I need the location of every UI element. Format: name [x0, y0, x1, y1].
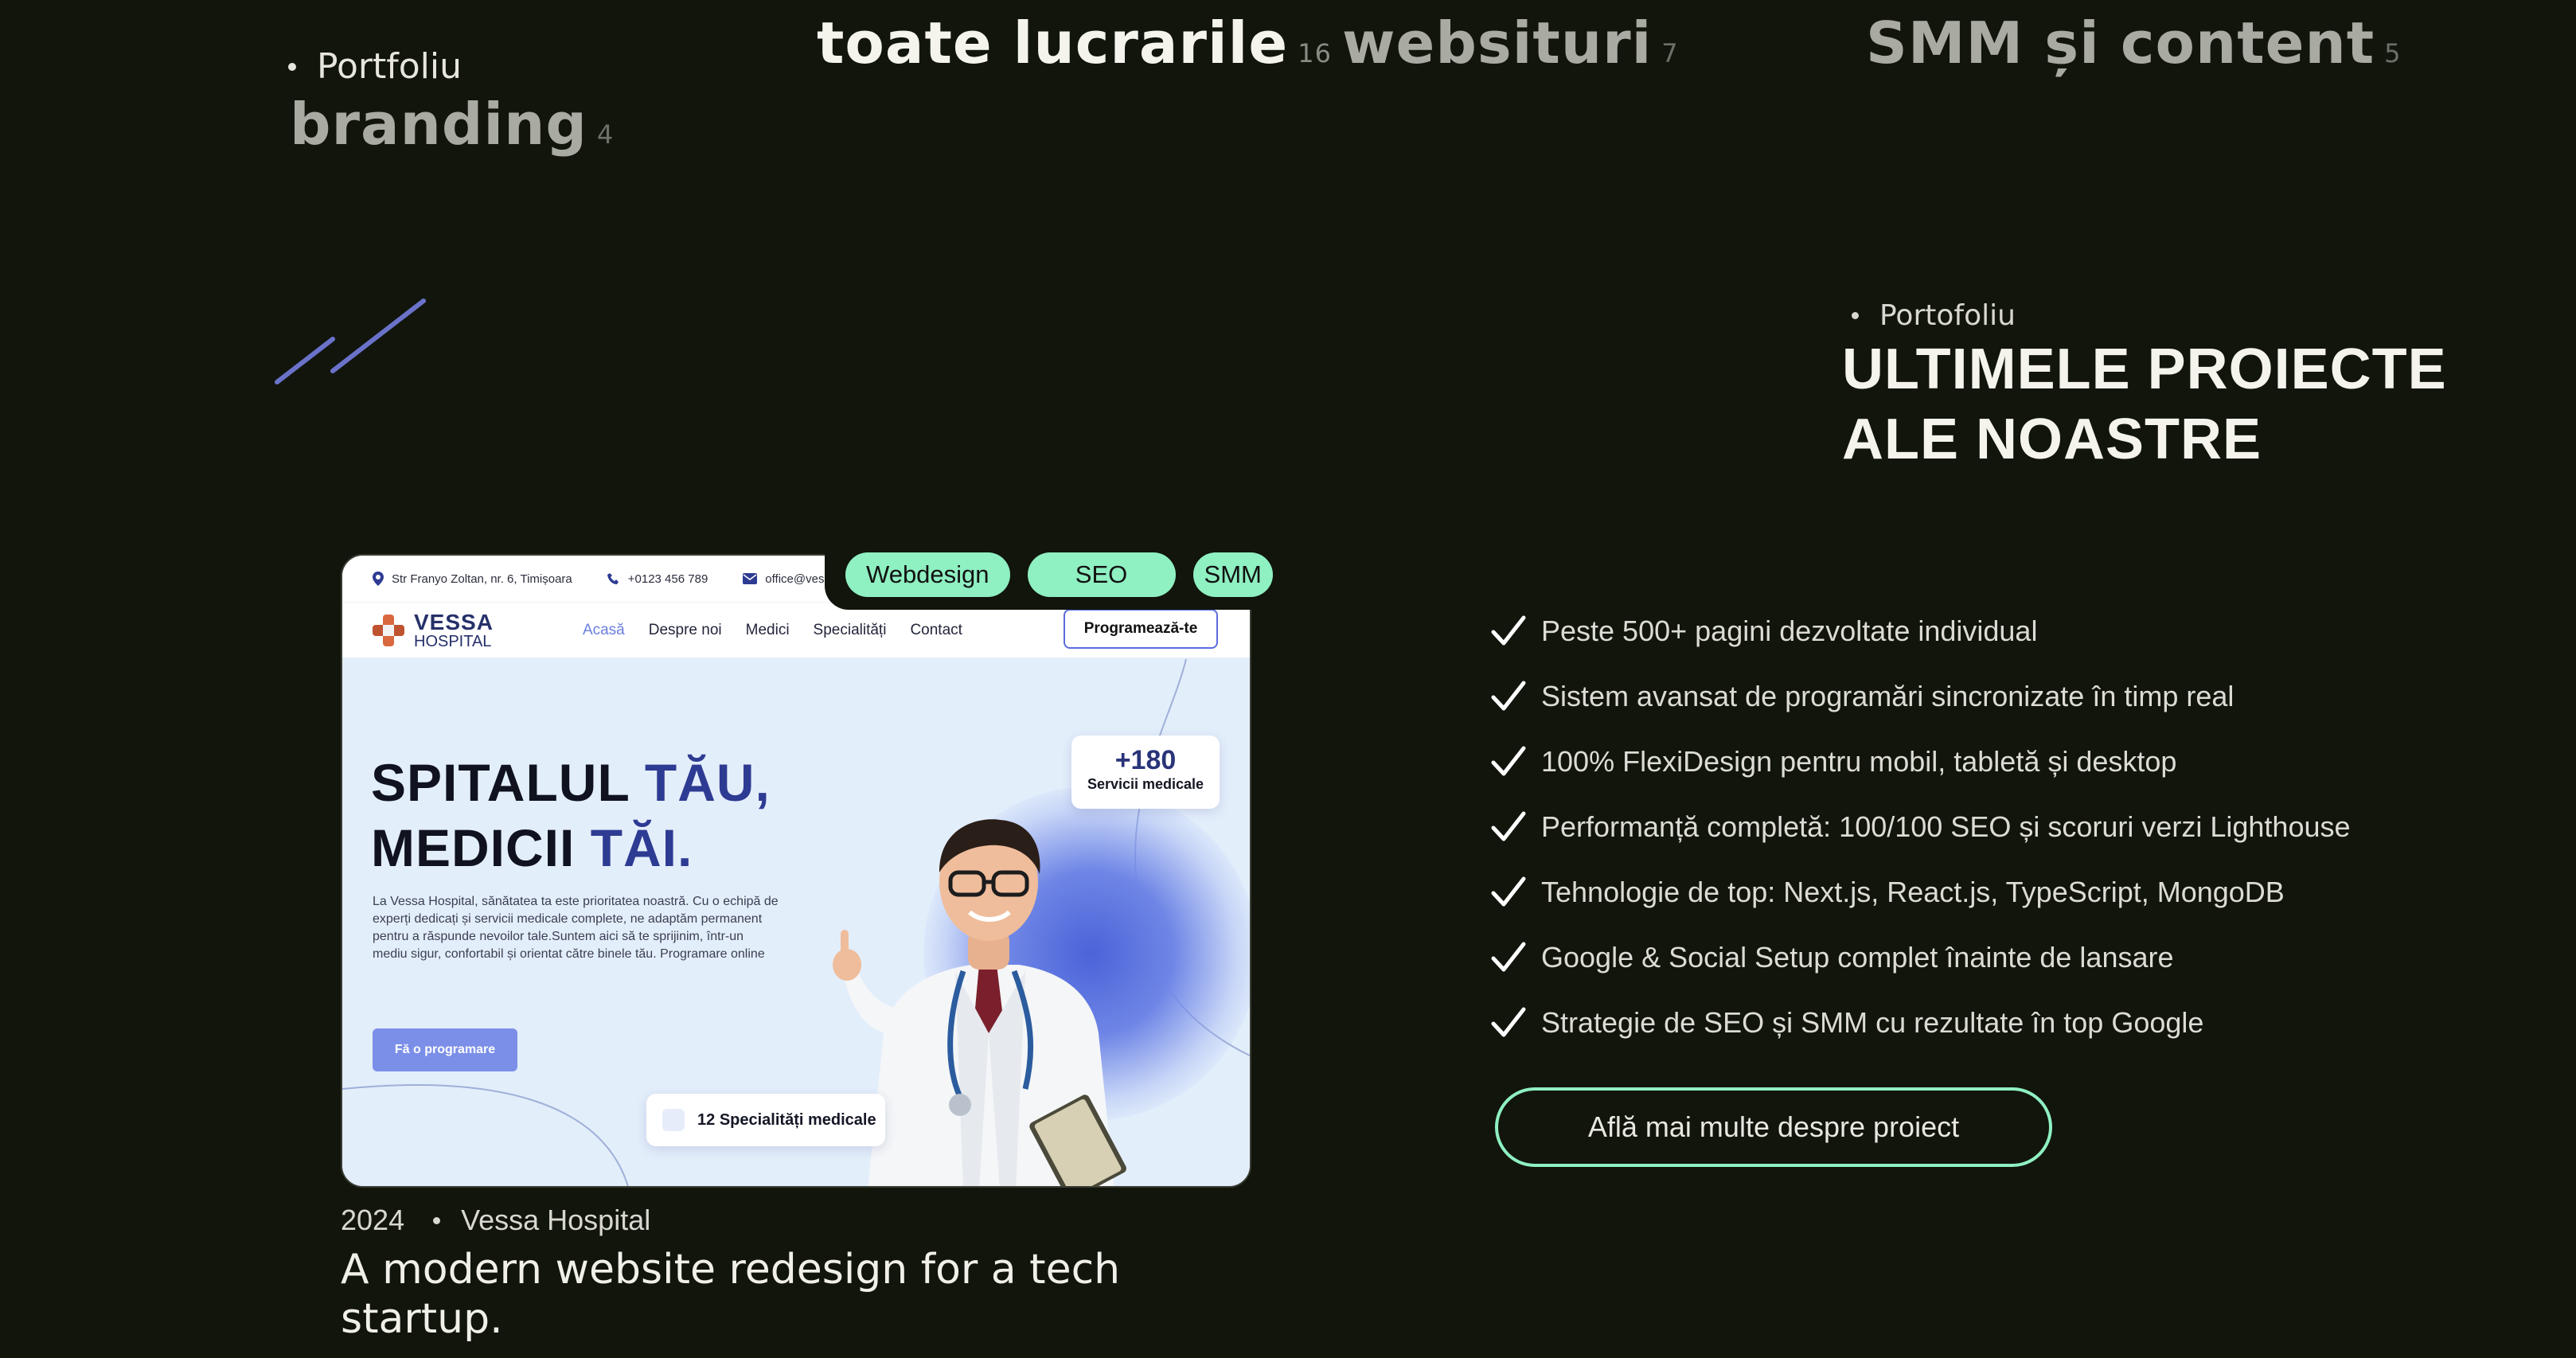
- filter-websites[interactable]: websituri 7: [1342, 14, 1679, 72]
- check-icon: [1491, 811, 1526, 841]
- feature-text: 100% FlexiDesign pentru mobil, tabletă ș…: [1541, 745, 2177, 778]
- feature-list: Peste 500+ pagini dezvoltate individual …: [1490, 599, 2351, 1056]
- clipboard-icon: [662, 1109, 685, 1131]
- hero-line1-b: TĂU,: [644, 753, 771, 812]
- preview-phone: +0123 456 789: [607, 572, 708, 586]
- preview-nav-contact: Contact: [910, 621, 962, 638]
- vessa-logo: VESSA HOSPITAL: [371, 611, 494, 650]
- filter-smm-content[interactable]: SMM și content 5: [1866, 14, 2402, 72]
- learn-more-button[interactable]: Află mai multe despre proiect: [1495, 1087, 2052, 1167]
- specialties-number: 12: [697, 1110, 716, 1129]
- decorative-slashes-icon: [275, 299, 426, 384]
- feature-item: Peste 500+ pagini dezvoltate individual: [1490, 599, 2351, 664]
- filter-websites-label: websituri: [1342, 10, 1653, 76]
- feature-item: Tehnologie de top: Next.js, React.js, Ty…: [1490, 860, 2351, 925]
- feature-text: Strategie de SEO și SMM cu rezultate în …: [1541, 1006, 2204, 1039]
- feature-item: Google & Social Setup complet înainte de…: [1490, 925, 2351, 990]
- mail-icon: [743, 573, 758, 584]
- project-description: A modern website redesign for a tech sta…: [341, 1246, 1121, 1343]
- bullet-dot: [433, 1216, 441, 1224]
- tag-smm[interactable]: SMM: [1192, 552, 1273, 597]
- preview-appointment-button: Fă o programare: [373, 1028, 517, 1071]
- preview-hero-title: SPITALUL TĂU, MEDICII TĂI.: [371, 750, 771, 880]
- section-label: Portofoliu: [1852, 299, 2016, 332]
- preview-specialties-badge: 12 Specialități medicale: [646, 1094, 885, 1146]
- tag-seo[interactable]: SEO: [1027, 552, 1176, 597]
- bullet-dot: [1852, 312, 1859, 319]
- stats-number: +180: [1114, 745, 1177, 775]
- check-icon: [1491, 746, 1526, 776]
- preview-navbar: VESSA HOSPITAL Acasă Despre noi Medici S…: [342, 602, 1250, 658]
- check-icon: [1491, 876, 1526, 907]
- section-title-line1: ULTIMELE PROIECTE: [1842, 338, 2447, 401]
- feature-text: Performanță completă: 100/100 SEO și sco…: [1541, 810, 2351, 843]
- logo-line1: VESSA: [414, 609, 494, 634]
- logo-line2: HOSPITAL: [414, 632, 492, 650]
- preview-nav-links: Acasă Despre noi Medici Specialități Con…: [583, 622, 962, 639]
- tag-webdesign[interactable]: Webdesign: [845, 552, 1010, 597]
- hospital-cross-icon: [373, 614, 404, 646]
- section-label-text: Portofoliu: [1879, 299, 2016, 332]
- filter-all-label: toate lucrarile: [817, 10, 1289, 76]
- feature-text: Tehnologie de top: Next.js, React.js, Ty…: [1541, 876, 2285, 908]
- check-icon: [1491, 1007, 1526, 1037]
- preview-stats-badge: +180 Servicii medicale: [1071, 736, 1220, 809]
- filter-websites-count: 7: [1661, 38, 1679, 68]
- project-tags: Webdesign SEO SMM: [845, 552, 1273, 597]
- preview-nav-specialties: Specialități: [813, 621, 887, 638]
- phone-icon: [607, 573, 619, 584]
- filter-branding[interactable]: branding 4: [290, 96, 614, 153]
- filter-all-works[interactable]: toate lucrarile 16: [817, 14, 1332, 72]
- check-icon: [1491, 681, 1526, 711]
- project-meta: 2024 Vessa Hospital: [341, 1204, 650, 1237]
- filter-all-count: 16: [1298, 38, 1332, 68]
- portfolio-label-text: Portfoliu: [317, 46, 462, 87]
- section-title-line2: ALE NOASTRE: [1842, 408, 2262, 471]
- preview-address-text: Str Franyo Zoltan, nr. 6, Timișoara: [392, 572, 572, 586]
- hero-line2-b: TĂI.: [590, 818, 693, 877]
- feature-item: Sistem avansat de programări sincronizat…: [1490, 664, 2351, 729]
- hero-line2-a: MEDICII: [371, 818, 591, 877]
- feature-item: Strategie de SEO și SMM cu rezultate în …: [1490, 990, 2351, 1056]
- hero-line1-a: SPITALUL: [371, 753, 645, 812]
- check-icon: [1491, 615, 1526, 646]
- preview-phone-text: +0123 456 789: [627, 572, 708, 586]
- preview-nav-home: Acasă: [582, 621, 625, 638]
- filter-branding-count: 4: [596, 119, 615, 150]
- feature-item: Performanță completă: 100/100 SEO și sco…: [1490, 794, 2351, 860]
- check-icon: [1491, 942, 1526, 972]
- preview-address: Str Franyo Zoltan, nr. 6, Timișoara: [373, 572, 572, 586]
- project-preview-card[interactable]: Str Franyo Zoltan, nr. 6, Timișoara +012…: [341, 554, 1251, 1188]
- filter-branding-label: branding: [290, 91, 587, 158]
- stats-label: Servicii medicale: [1087, 776, 1204, 792]
- preview-book-button: Programează-te: [1064, 609, 1218, 649]
- location-pin-icon: [373, 572, 384, 586]
- preview-email: office@vessa: [743, 572, 837, 586]
- portfolio-label: Portfoliu: [288, 46, 462, 87]
- feature-text: Sistem avansat de programări sincronizat…: [1541, 680, 2234, 712]
- preview-hero: SPITALUL TĂU, MEDICII TĂI. La Vessa Hosp…: [342, 659, 1250, 1186]
- preview-hero-body: La Vessa Hospital, sănătatea ta este pri…: [373, 895, 779, 961]
- feature-item: 100% FlexiDesign pentru mobil, tabletă ș…: [1490, 729, 2351, 794]
- feature-text: Google & Social Setup complet înainte de…: [1541, 941, 2174, 974]
- project-year: 2024: [341, 1204, 405, 1236]
- bullet-dot: [288, 62, 296, 71]
- feature-text: Peste 500+ pagini dezvoltate individual: [1541, 615, 2038, 647]
- filter-smm-count: 5: [2384, 38, 2402, 68]
- filter-smm-label: SMM și content: [1866, 10, 2375, 76]
- section-title: ULTIMELE PROIECTE ALE NOASTRE: [1842, 334, 2447, 474]
- preview-nav-doctors: Medici: [745, 621, 790, 638]
- project-client: Vessa Hospital: [461, 1204, 651, 1236]
- preview-nav-about: Despre noi: [648, 621, 722, 638]
- specialties-label: Specialități medicale: [719, 1110, 876, 1129]
